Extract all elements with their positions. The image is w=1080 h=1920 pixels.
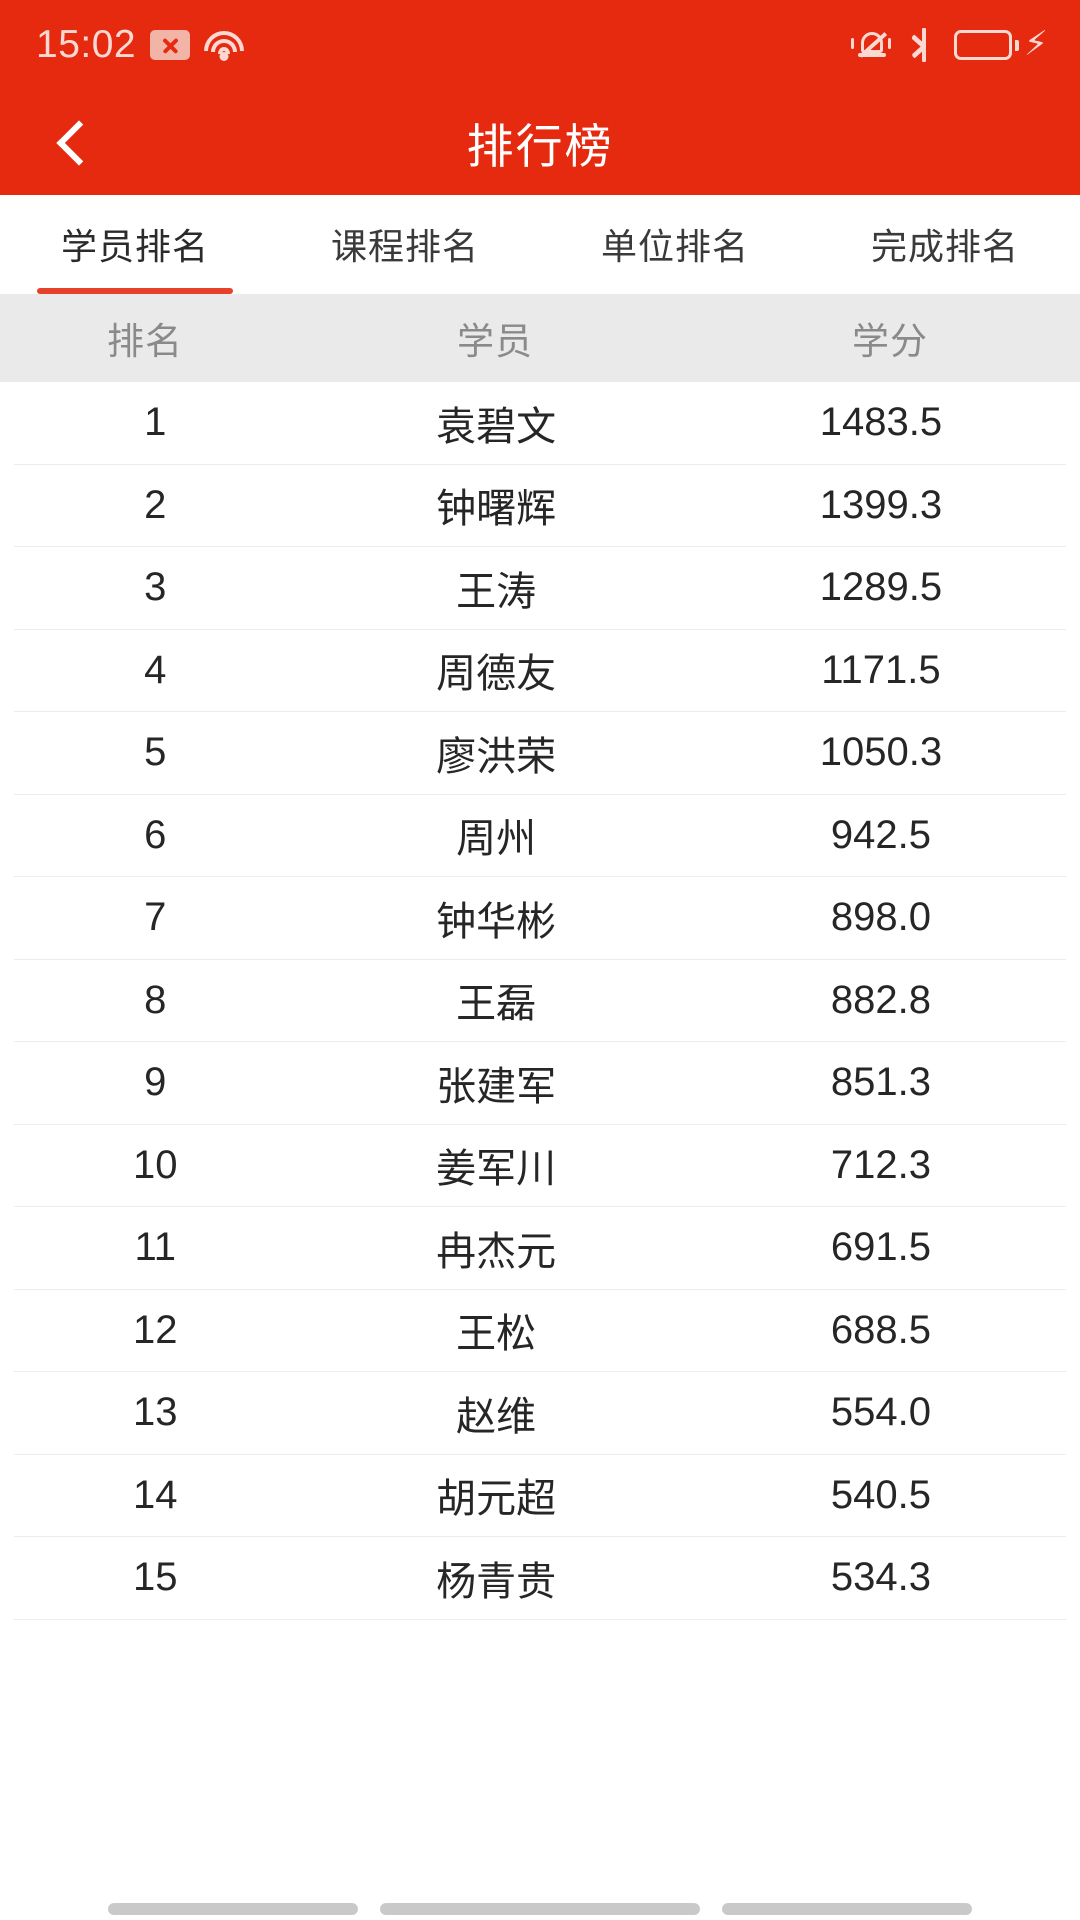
- wifi-icon: [204, 29, 245, 61]
- silent-bell-icon: [851, 27, 892, 63]
- sms-blocked-icon: [150, 30, 191, 60]
- tab-active-indicator: [847, 288, 1043, 294]
- back-button[interactable]: [30, 90, 120, 195]
- cell-score: 1171.5: [821, 647, 941, 692]
- tab-label: 学员排名: [60, 226, 209, 267]
- system-navigation-hint: [0, 1898, 1080, 1920]
- table-row[interactable]: 3 王涛 1289.5: [14, 547, 1066, 630]
- table-row[interactable]: 8 王磊 882.8: [14, 960, 1066, 1042]
- cell-score: 540.5: [830, 1472, 931, 1517]
- tab-label: 完成排名: [870, 226, 1019, 267]
- tab-student-ranking[interactable]: 学员排名: [0, 195, 270, 294]
- cell-name: 廖洪荣: [436, 734, 557, 779]
- cell-rank: 4: [144, 647, 167, 692]
- cell-rank: 2: [144, 482, 167, 527]
- tab-active-indicator: [37, 288, 233, 294]
- cell-score: 1289.5: [819, 565, 943, 610]
- tab-bar: 学员排名 课程排名 单位排名 完成排名: [0, 195, 1080, 294]
- ranking-list[interactable]: 1 袁碧文 1483.5 2 钟曙辉 1399.3 3 王涛 1289.5 4 周德友 1171.5 5…: [0, 382, 1080, 1620]
- table-header: 排名 学员 学分: [0, 294, 1080, 382]
- table-row[interactable]: 2 钟曙辉 1399.3: [14, 465, 1066, 547]
- cell-rank: 11: [134, 1225, 176, 1270]
- cell-name: 周德友: [436, 652, 557, 697]
- cell-score: 882.8: [830, 977, 931, 1022]
- cell-name: 周州: [456, 817, 537, 862]
- nav-hint-bar: [722, 1903, 972, 1915]
- table-row[interactable]: 7 钟华彬 898.0: [14, 877, 1066, 960]
- table-row[interactable]: 15 杨青贵 534.3: [14, 1537, 1066, 1620]
- table-row[interactable]: 10 姜军川 712.3: [14, 1125, 1066, 1207]
- table-row[interactable]: 11 冉杰元 691.5: [14, 1207, 1066, 1290]
- status-bar: 15:02 ⚡: [0, 0, 1080, 90]
- cell-rank: 13: [132, 1390, 178, 1435]
- cell-rank: 12: [132, 1307, 178, 1352]
- tab-active-indicator: [307, 288, 503, 294]
- cell-score: 851.3: [830, 1060, 931, 1105]
- cell-rank: 8: [144, 977, 167, 1022]
- status-bar-left: 15:02: [36, 23, 245, 67]
- nav-hint-bar: [380, 1903, 700, 1915]
- tab-unit-ranking[interactable]: 单位排名: [540, 195, 810, 294]
- cell-score: 554.0: [830, 1390, 931, 1435]
- column-header-rank: 排名: [107, 321, 183, 362]
- tab-label: 单位排名: [600, 226, 749, 267]
- cell-score: 898.0: [830, 895, 931, 940]
- cell-name: 钟曙辉: [436, 487, 557, 532]
- cell-rank: 5: [144, 730, 167, 775]
- tab-active-indicator: [577, 288, 773, 294]
- status-clock: 15:02: [36, 23, 137, 66]
- chevron-left-icon: [56, 119, 102, 166]
- cell-score: 688.5: [830, 1307, 931, 1352]
- cell-name: 王松: [456, 1312, 537, 1357]
- cell-rank: 7: [144, 895, 167, 940]
- cell-name: 胡元超: [436, 1477, 557, 1522]
- table-row[interactable]: 5 廖洪荣 1050.3: [14, 712, 1066, 795]
- status-bar-right: ⚡: [851, 27, 1048, 63]
- cell-name: 张建军: [436, 1064, 557, 1109]
- app-bar: 排行榜: [0, 90, 1080, 195]
- cell-rank: 6: [144, 812, 167, 857]
- cell-rank: 9: [144, 1060, 167, 1105]
- cell-rank: 10: [132, 1142, 178, 1187]
- cell-name: 冉杰元: [436, 1229, 557, 1274]
- battery-charging-icon: ⚡: [954, 27, 1048, 61]
- cell-score: 1399.3: [819, 482, 943, 527]
- cell-name: 姜军川: [436, 1147, 557, 1192]
- cell-name: 王涛: [456, 569, 537, 614]
- column-header-score: 学分: [852, 321, 928, 362]
- cell-rank: 3: [144, 565, 167, 610]
- table-row[interactable]: 14 胡元超 540.5: [14, 1455, 1066, 1537]
- table-row[interactable]: 6 周州 942.5: [14, 795, 1066, 877]
- cell-rank: 14: [132, 1472, 178, 1517]
- cell-score: 691.5: [830, 1225, 931, 1270]
- cell-rank: 1: [144, 400, 167, 445]
- cell-name: 王磊: [456, 982, 537, 1027]
- table-row[interactable]: 9 张建军 851.3: [14, 1042, 1066, 1125]
- tab-label: 课程排名: [330, 226, 479, 267]
- table-row[interactable]: 4 周德友 1171.5: [14, 630, 1066, 712]
- tab-completion-ranking[interactable]: 完成排名: [810, 195, 1080, 294]
- table-row[interactable]: 12 王松 688.5: [14, 1290, 1066, 1372]
- cell-name: 杨青贵: [436, 1559, 557, 1604]
- cell-name: 赵维: [456, 1394, 537, 1439]
- page-title: 排行榜: [466, 120, 614, 173]
- cell-score: 942.5: [830, 812, 931, 857]
- cell-score: 712.3: [830, 1142, 931, 1187]
- cell-rank: 15: [132, 1555, 178, 1600]
- cell-score: 1483.5: [819, 400, 943, 445]
- table-row[interactable]: 1 袁碧文 1483.5: [14, 382, 1066, 465]
- cell-score: 1050.3: [819, 730, 943, 775]
- tab-course-ranking[interactable]: 课程排名: [270, 195, 540, 294]
- cell-name: 钟华彬: [436, 899, 557, 944]
- bluetooth-icon: [910, 27, 936, 63]
- column-header-name: 学员: [457, 321, 533, 362]
- nav-hint-bar: [108, 1903, 358, 1915]
- cell-score: 534.3: [830, 1555, 931, 1600]
- cell-name: 袁碧文: [436, 404, 557, 449]
- table-row[interactable]: 13 赵维 554.0: [14, 1372, 1066, 1455]
